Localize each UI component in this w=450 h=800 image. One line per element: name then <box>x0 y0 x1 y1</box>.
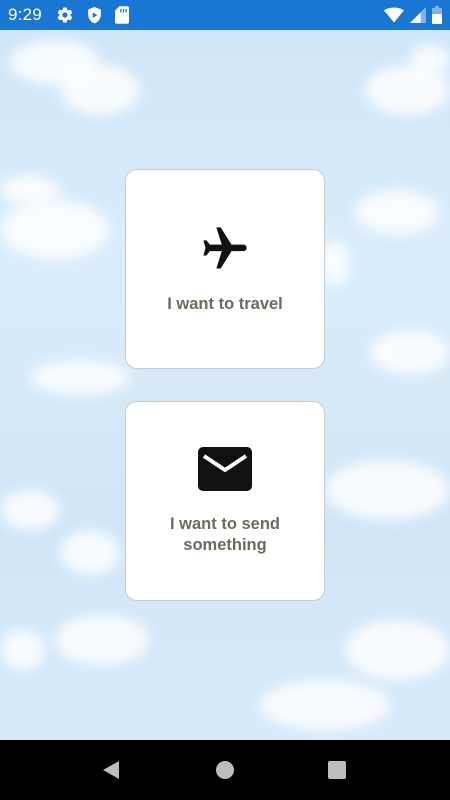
status-time: 9:29 <box>8 5 42 24</box>
travel-option-label: I want to travel <box>167 295 283 313</box>
wifi-icon <box>384 7 404 23</box>
cloud <box>355 190 440 235</box>
gear-icon <box>56 6 74 24</box>
cloud <box>325 460 450 520</box>
home-icon[interactable] <box>215 760 235 785</box>
battery-icon <box>432 6 442 24</box>
status-bar: 9:29 <box>0 0 450 30</box>
cloud <box>345 620 450 680</box>
cloud <box>0 490 60 530</box>
mail-icon <box>198 446 252 496</box>
airplane-icon <box>199 223 251 280</box>
send-option-label: I want to send something <box>169 514 280 554</box>
cloud <box>410 45 450 75</box>
cloud <box>260 680 390 730</box>
status-right-icons <box>384 6 442 24</box>
travel-option-button[interactable]: I want to travel <box>125 169 325 369</box>
cloud <box>370 330 450 375</box>
sky-background <box>0 30 450 740</box>
sd-card-icon <box>114 6 129 24</box>
status-left-icons <box>56 6 129 25</box>
send-option-button[interactable]: I want to send something <box>125 401 325 601</box>
cloud <box>55 615 150 665</box>
navigation-bar <box>0 740 450 800</box>
shield-icon <box>86 6 103 25</box>
cell-signal-icon <box>410 7 426 23</box>
cloud <box>60 65 140 115</box>
recents-icon[interactable] <box>327 760 347 785</box>
cloud <box>30 360 130 395</box>
cloud <box>60 530 120 575</box>
cloud <box>0 200 110 260</box>
back-icon[interactable] <box>101 760 121 785</box>
cloud <box>0 630 45 670</box>
